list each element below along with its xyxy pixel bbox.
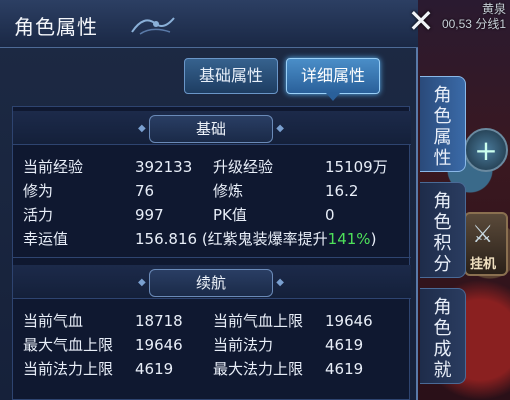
attr-value: 392133 bbox=[135, 158, 193, 176]
attr-value: 19646 bbox=[325, 312, 373, 330]
attr-value: 16.2 bbox=[325, 182, 359, 200]
luck-note: (红紫鬼装爆率提升 bbox=[201, 230, 328, 248]
auto-battle-button[interactable]: ⚔ 挂机 bbox=[464, 212, 508, 276]
attr-label: 升级经验 bbox=[213, 158, 274, 176]
section-header-endurance: 续航 bbox=[13, 265, 411, 299]
attr-value: 76 bbox=[135, 182, 155, 200]
attr-label: PK值 bbox=[213, 206, 247, 224]
plus-icon: + bbox=[474, 133, 498, 167]
title-bar: 角色属性 bbox=[0, 0, 418, 48]
attr-value: 4619 bbox=[135, 360, 174, 378]
side-tab-character-achievements[interactable]: 角色成就 bbox=[420, 288, 466, 384]
section-divider bbox=[13, 257, 411, 258]
attr-value: 18718 bbox=[135, 312, 183, 330]
attr-label: 最大法力上限 bbox=[213, 360, 304, 378]
server-info: 黄泉 00,53 分线1 bbox=[442, 2, 506, 32]
attr-label: 当前法力上限 bbox=[23, 360, 114, 378]
attr-value: 19646 bbox=[135, 336, 183, 354]
auto-battle-label: 挂机 bbox=[470, 257, 497, 272]
attr-label: 当前气血 bbox=[23, 312, 84, 330]
section-title-endurance: 续航 bbox=[138, 269, 284, 297]
luck-text: 156.816 (红紫鬼装爆率提升141%) bbox=[135, 227, 376, 251]
panel-title: 角色属性 bbox=[14, 15, 98, 39]
server-line: 00,53 分线1 bbox=[441, 17, 506, 31]
attr-label: 修炼 bbox=[213, 182, 244, 200]
server-name: 黄泉 bbox=[481, 2, 506, 16]
luck-label: 幸运值 bbox=[23, 230, 69, 248]
side-tab-label: 角色积分 bbox=[433, 191, 452, 275]
attr-value: 997 bbox=[135, 206, 164, 224]
attr-label: 当前经验 bbox=[23, 158, 84, 176]
side-tab-label: 角色成就 bbox=[433, 297, 452, 381]
attr-value: 0 bbox=[325, 206, 335, 224]
side-tab-character-points[interactable]: 角色积分 bbox=[420, 182, 466, 278]
luck-note-end: ) bbox=[370, 230, 377, 248]
close-button[interactable]: ✕ bbox=[406, 5, 436, 37]
ornament-icon bbox=[131, 17, 175, 35]
attr-label: 修为 bbox=[23, 182, 54, 200]
section-title-basic: 基础 bbox=[138, 115, 284, 143]
attr-value: 15109万 bbox=[325, 158, 388, 176]
top-tab-bar: 基础属性 详细属性 bbox=[184, 58, 381, 101]
attr-value: 4619 bbox=[325, 360, 364, 378]
side-tab-label: 角色属性 bbox=[433, 85, 452, 169]
luck-percent: 141% bbox=[327, 230, 371, 248]
tab-detailed-attributes[interactable]: 详细属性 bbox=[286, 58, 381, 101]
attr-value: 4619 bbox=[325, 336, 364, 354]
attributes-content: 基础 当前经验 392133 升级经验 15109万 修为 76 修炼 16.2… bbox=[12, 106, 411, 400]
luck-value: 156.816 bbox=[135, 230, 198, 248]
attr-label: 活力 bbox=[23, 206, 54, 224]
crossed-swords-icon: ⚔ bbox=[472, 220, 494, 248]
attr-label: 最大气血上限 bbox=[23, 336, 114, 354]
section-header-basic: 基础 bbox=[13, 111, 411, 145]
side-tab-character-attributes[interactable]: 角色属性 bbox=[420, 76, 466, 172]
character-attributes-panel: 角色属性 基础属性 详细属性 基础 当前经验 392133 升级经验 15109… bbox=[0, 0, 418, 400]
plus-button[interactable]: + bbox=[464, 128, 508, 172]
attr-label: 当前气血上限 bbox=[213, 312, 304, 330]
tab-basic-attributes[interactable]: 基础属性 bbox=[184, 58, 279, 94]
attr-label: 当前法力 bbox=[213, 336, 274, 354]
